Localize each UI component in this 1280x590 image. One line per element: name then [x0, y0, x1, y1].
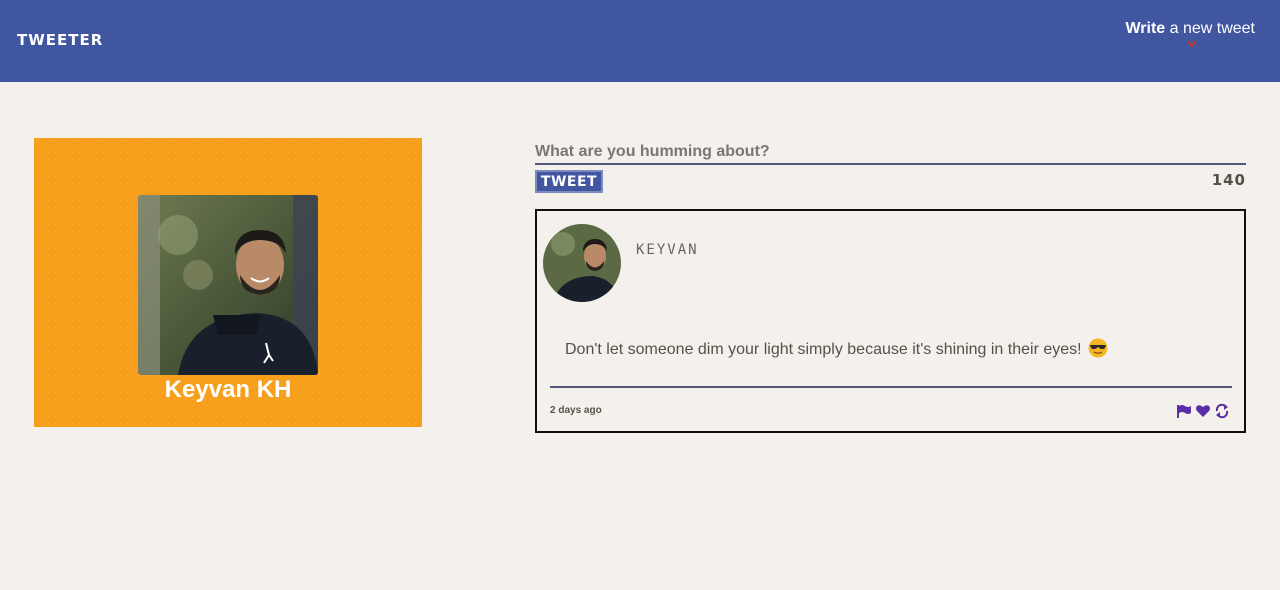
write-label-rest: a new tweet [1165, 20, 1255, 37]
sunglasses-emoji-icon [1088, 338, 1108, 358]
tweet-timestamp: 2 days ago [550, 405, 602, 416]
chevron-down-icon[interactable] [1186, 38, 1198, 50]
tweet-divider [550, 386, 1232, 388]
tweet-button[interactable]: TWEET [535, 170, 603, 193]
heart-icon[interactable] [1195, 403, 1211, 419]
tweet-avatar [543, 224, 621, 302]
write-label-bold: Write [1125, 20, 1166, 37]
tweet-text: Don't let someone dim your light simply … [565, 341, 1082, 358]
tweet-textarea[interactable] [535, 145, 1246, 165]
brand-logo[interactable]: TWEETER [17, 31, 103, 49]
retweet-icon[interactable] [1214, 403, 1230, 419]
character-counter: 140 [1211, 171, 1246, 189]
write-new-tweet-link[interactable]: Write a new tweet [1125, 20, 1255, 38]
profile-name: Keyvan KH [164, 376, 292, 403]
top-navbar: TWEETER Write a new tweet [0, 0, 1280, 82]
tweet-actions [1176, 403, 1230, 419]
profile-avatar [138, 195, 318, 375]
profile-card: Keyvan KH [34, 138, 422, 427]
tweet-handle: KEYVAN [636, 242, 699, 258]
tweet-card: KEYVAN Don't let someone dim your light … [535, 209, 1246, 433]
tweet-content: Don't let someone dim your light simply … [565, 338, 1108, 359]
flag-icon[interactable] [1176, 403, 1192, 419]
